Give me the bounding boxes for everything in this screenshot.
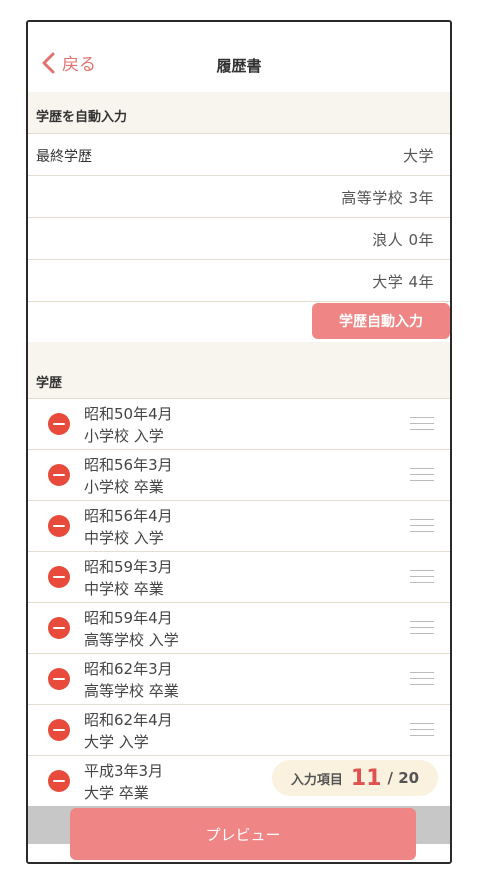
education-row[interactable]: 昭和62年3月 高等学校 卒業 bbox=[28, 654, 450, 705]
final-education-value: 大学 bbox=[402, 147, 434, 165]
auto-fill-education-button[interactable]: 学歴自動入力 bbox=[312, 303, 450, 339]
education-row[interactable]: 昭和50年4月 小学校 入学 bbox=[28, 399, 450, 450]
delete-icon[interactable] bbox=[48, 719, 70, 741]
education-event: 大学 卒業 bbox=[84, 784, 149, 802]
delete-icon[interactable] bbox=[48, 515, 70, 537]
delete-icon[interactable] bbox=[48, 668, 70, 690]
drag-handle-icon[interactable] bbox=[410, 621, 434, 635]
ronin-years-value: 浪人 0年 bbox=[372, 231, 434, 249]
drag-handle-icon[interactable] bbox=[410, 417, 434, 431]
education-date: 昭和56年3月 bbox=[84, 456, 173, 474]
education-date: 昭和59年4月 bbox=[84, 609, 173, 627]
delete-icon[interactable] bbox=[48, 617, 70, 639]
delete-icon[interactable] bbox=[48, 464, 70, 486]
counter-total: / 20 bbox=[387, 769, 420, 787]
final-education-label: 最終学歴 bbox=[36, 149, 92, 165]
counter-label: 入力項目 bbox=[290, 772, 343, 788]
education-row[interactable]: 昭和56年4月 中学校 入学 bbox=[28, 501, 450, 552]
education-event: 中学校 卒業 bbox=[84, 580, 164, 598]
preview-button[interactable]: プレビュー bbox=[70, 808, 416, 860]
education-date: 昭和62年4月 bbox=[84, 711, 173, 729]
drag-handle-icon[interactable] bbox=[410, 468, 434, 482]
delete-icon[interactable] bbox=[48, 413, 70, 435]
item-counter-badge: 入力項目 11 / 20 bbox=[272, 760, 438, 796]
drag-handle-icon[interactable] bbox=[410, 519, 434, 533]
navigation-bar: 戻る 履歴書 bbox=[28, 22, 450, 93]
education-event: 大学 入学 bbox=[84, 733, 149, 751]
phone-screen: 戻る 履歴書 学歴を自動入力 最終学歴 大学 高等学校 3年 浪人 0年 大学 … bbox=[26, 20, 452, 864]
education-event: 中学校 入学 bbox=[84, 529, 164, 547]
section-title-auto: 学歴を自動入力 bbox=[36, 110, 128, 125]
drag-handle-icon[interactable] bbox=[410, 672, 434, 686]
page-title: 履歴書 bbox=[216, 57, 262, 75]
section-title-history: 学歴 bbox=[36, 376, 63, 391]
education-row[interactable]: 昭和59年3月 中学校 卒業 bbox=[28, 552, 450, 603]
highschool-years-value: 高等学校 3年 bbox=[341, 189, 434, 207]
university-years-row[interactable]: 大学 4年 bbox=[28, 260, 450, 302]
university-years-value: 大学 4年 bbox=[372, 273, 434, 291]
education-date: 昭和62年3月 bbox=[84, 660, 173, 678]
drag-handle-icon[interactable] bbox=[410, 723, 434, 737]
highschool-years-row[interactable]: 高等学校 3年 bbox=[28, 176, 450, 218]
section-header-auto: 学歴を自動入力 bbox=[28, 92, 450, 134]
section-header-history: 学歴 bbox=[28, 342, 450, 399]
drag-handle-icon[interactable] bbox=[410, 570, 434, 584]
final-education-row[interactable]: 最終学歴 大学 bbox=[28, 134, 450, 176]
counter-current: 11 bbox=[350, 765, 382, 791]
education-row[interactable]: 昭和59年4月 高等学校 入学 bbox=[28, 603, 450, 654]
ronin-years-row[interactable]: 浪人 0年 bbox=[28, 218, 450, 260]
education-date: 平成3年3月 bbox=[84, 762, 164, 780]
education-date: 昭和59年3月 bbox=[84, 558, 173, 576]
delete-icon[interactable] bbox=[48, 770, 70, 792]
delete-icon[interactable] bbox=[48, 566, 70, 588]
education-date: 昭和50年4月 bbox=[84, 405, 173, 423]
education-event: 小学校 卒業 bbox=[84, 478, 164, 496]
education-event: 高等学校 入学 bbox=[84, 631, 179, 649]
education-row[interactable]: 昭和62年4月 大学 入学 bbox=[28, 705, 450, 756]
education-event: 高等学校 卒業 bbox=[84, 682, 179, 700]
education-row[interactable]: 昭和56年3月 小学校 卒業 bbox=[28, 450, 450, 501]
education-date: 昭和56年4月 bbox=[84, 507, 173, 525]
education-event: 小学校 入学 bbox=[84, 427, 164, 445]
